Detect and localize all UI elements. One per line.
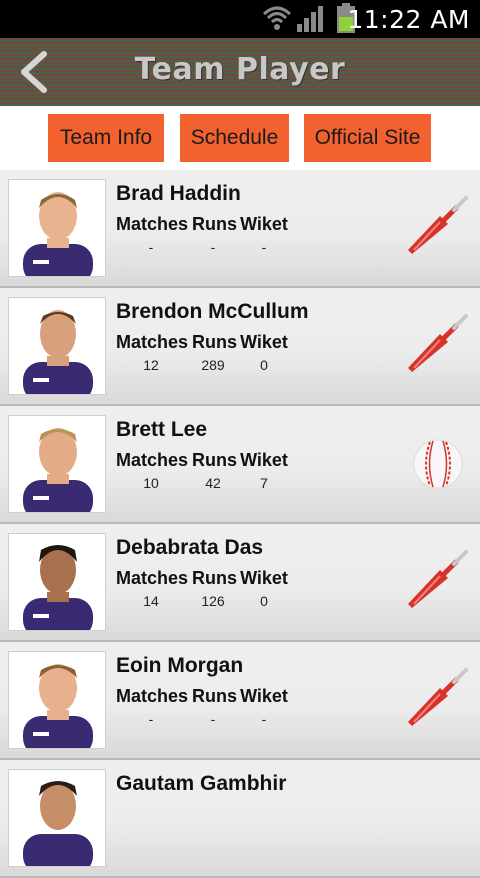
player-photo: [8, 769, 106, 867]
list-item[interactable]: Brendon McCullum Matches 12 Runs 289 Wiket…: [0, 288, 480, 406]
matches-header: Matches: [116, 450, 189, 470]
runs-header: Runs: [192, 686, 237, 706]
list-item[interactable]: Brad Haddin Matches - Runs - Wiket -: [0, 170, 480, 288]
player-photo: [8, 533, 106, 631]
cricket-ball-icon: [413, 439, 463, 489]
list-item[interactable]: Eoin Morgan Matches - Runs - Wiket -: [0, 642, 480, 760]
runs-value: 42: [205, 475, 221, 491]
page-title: Team Player: [134, 52, 346, 87]
matches-header: Matches: [116, 214, 189, 234]
cricket-bat-icon: [408, 196, 468, 254]
wiket-value: 7: [260, 475, 268, 491]
runs-header: Runs: [192, 450, 237, 470]
list-item[interactable]: Brett Lee Matches 10 Runs 42 Wiket 7: [0, 406, 480, 524]
matches-value: -: [148, 239, 154, 255]
list-item[interactable]: Debabrata Das Matches 14 Runs 126 Wiket 0: [0, 524, 480, 642]
wiket-value: 0: [260, 357, 268, 373]
signal-icon: [297, 6, 323, 32]
matches-value: 12: [143, 357, 159, 373]
wiket-value: -: [261, 239, 267, 255]
wiket-header: Wiket: [240, 450, 288, 470]
wiket-header: Wiket: [240, 568, 288, 588]
runs-value: -: [210, 711, 216, 727]
wiket-header: Wiket: [240, 214, 288, 234]
player-photo: [8, 179, 106, 277]
player-photo: [8, 651, 106, 749]
cricket-bat-icon: [408, 668, 468, 726]
status-time: 11:22 AM: [347, 5, 470, 34]
wiket-header: Wiket: [240, 686, 288, 706]
wifi-icon: [262, 6, 292, 30]
status-bar: 11:22 AM: [0, 0, 480, 38]
matches-header: Matches: [116, 686, 189, 706]
runs-value: -: [210, 239, 216, 255]
app-header: Team Player: [0, 38, 480, 106]
player-name: Brad Haddin: [116, 182, 241, 205]
cricket-bat-icon: [408, 550, 468, 608]
wiket-header: Wiket: [240, 332, 288, 352]
tab-bar: Team Info Schedule Official Site: [0, 106, 480, 170]
player-photo: [8, 415, 106, 513]
runs-value: 289: [201, 357, 225, 373]
matches-header: Matches: [116, 332, 189, 352]
matches-value: 14: [143, 593, 159, 609]
tab-team-info[interactable]: Team Info: [48, 114, 164, 162]
matches-value: -: [148, 711, 154, 727]
player-list: Brad Haddin Matches - Runs - Wiket - Brendo…: [0, 170, 480, 878]
list-item[interactable]: Gautam Gambhir: [0, 760, 480, 878]
cricket-bat-icon: [408, 314, 468, 372]
player-name: Debabrata Das: [116, 536, 264, 559]
player-name: Gautam Gambhir: [116, 772, 287, 795]
wiket-value: -: [261, 711, 267, 727]
matches-header: Matches: [116, 568, 189, 588]
player-photo: [8, 297, 106, 395]
player-name: Brendon McCullum: [116, 300, 309, 323]
runs-header: Runs: [192, 214, 237, 234]
runs-header: Runs: [192, 332, 237, 352]
matches-value: 10: [143, 475, 159, 491]
player-name: Eoin Morgan: [116, 654, 244, 677]
player-name: Brett Lee: [116, 418, 208, 441]
tab-official-site[interactable]: Official Site: [304, 114, 431, 162]
wiket-value: 0: [260, 593, 268, 609]
runs-header: Runs: [192, 568, 237, 588]
tab-schedule[interactable]: Schedule: [180, 114, 289, 162]
runs-value: 126: [201, 593, 225, 609]
